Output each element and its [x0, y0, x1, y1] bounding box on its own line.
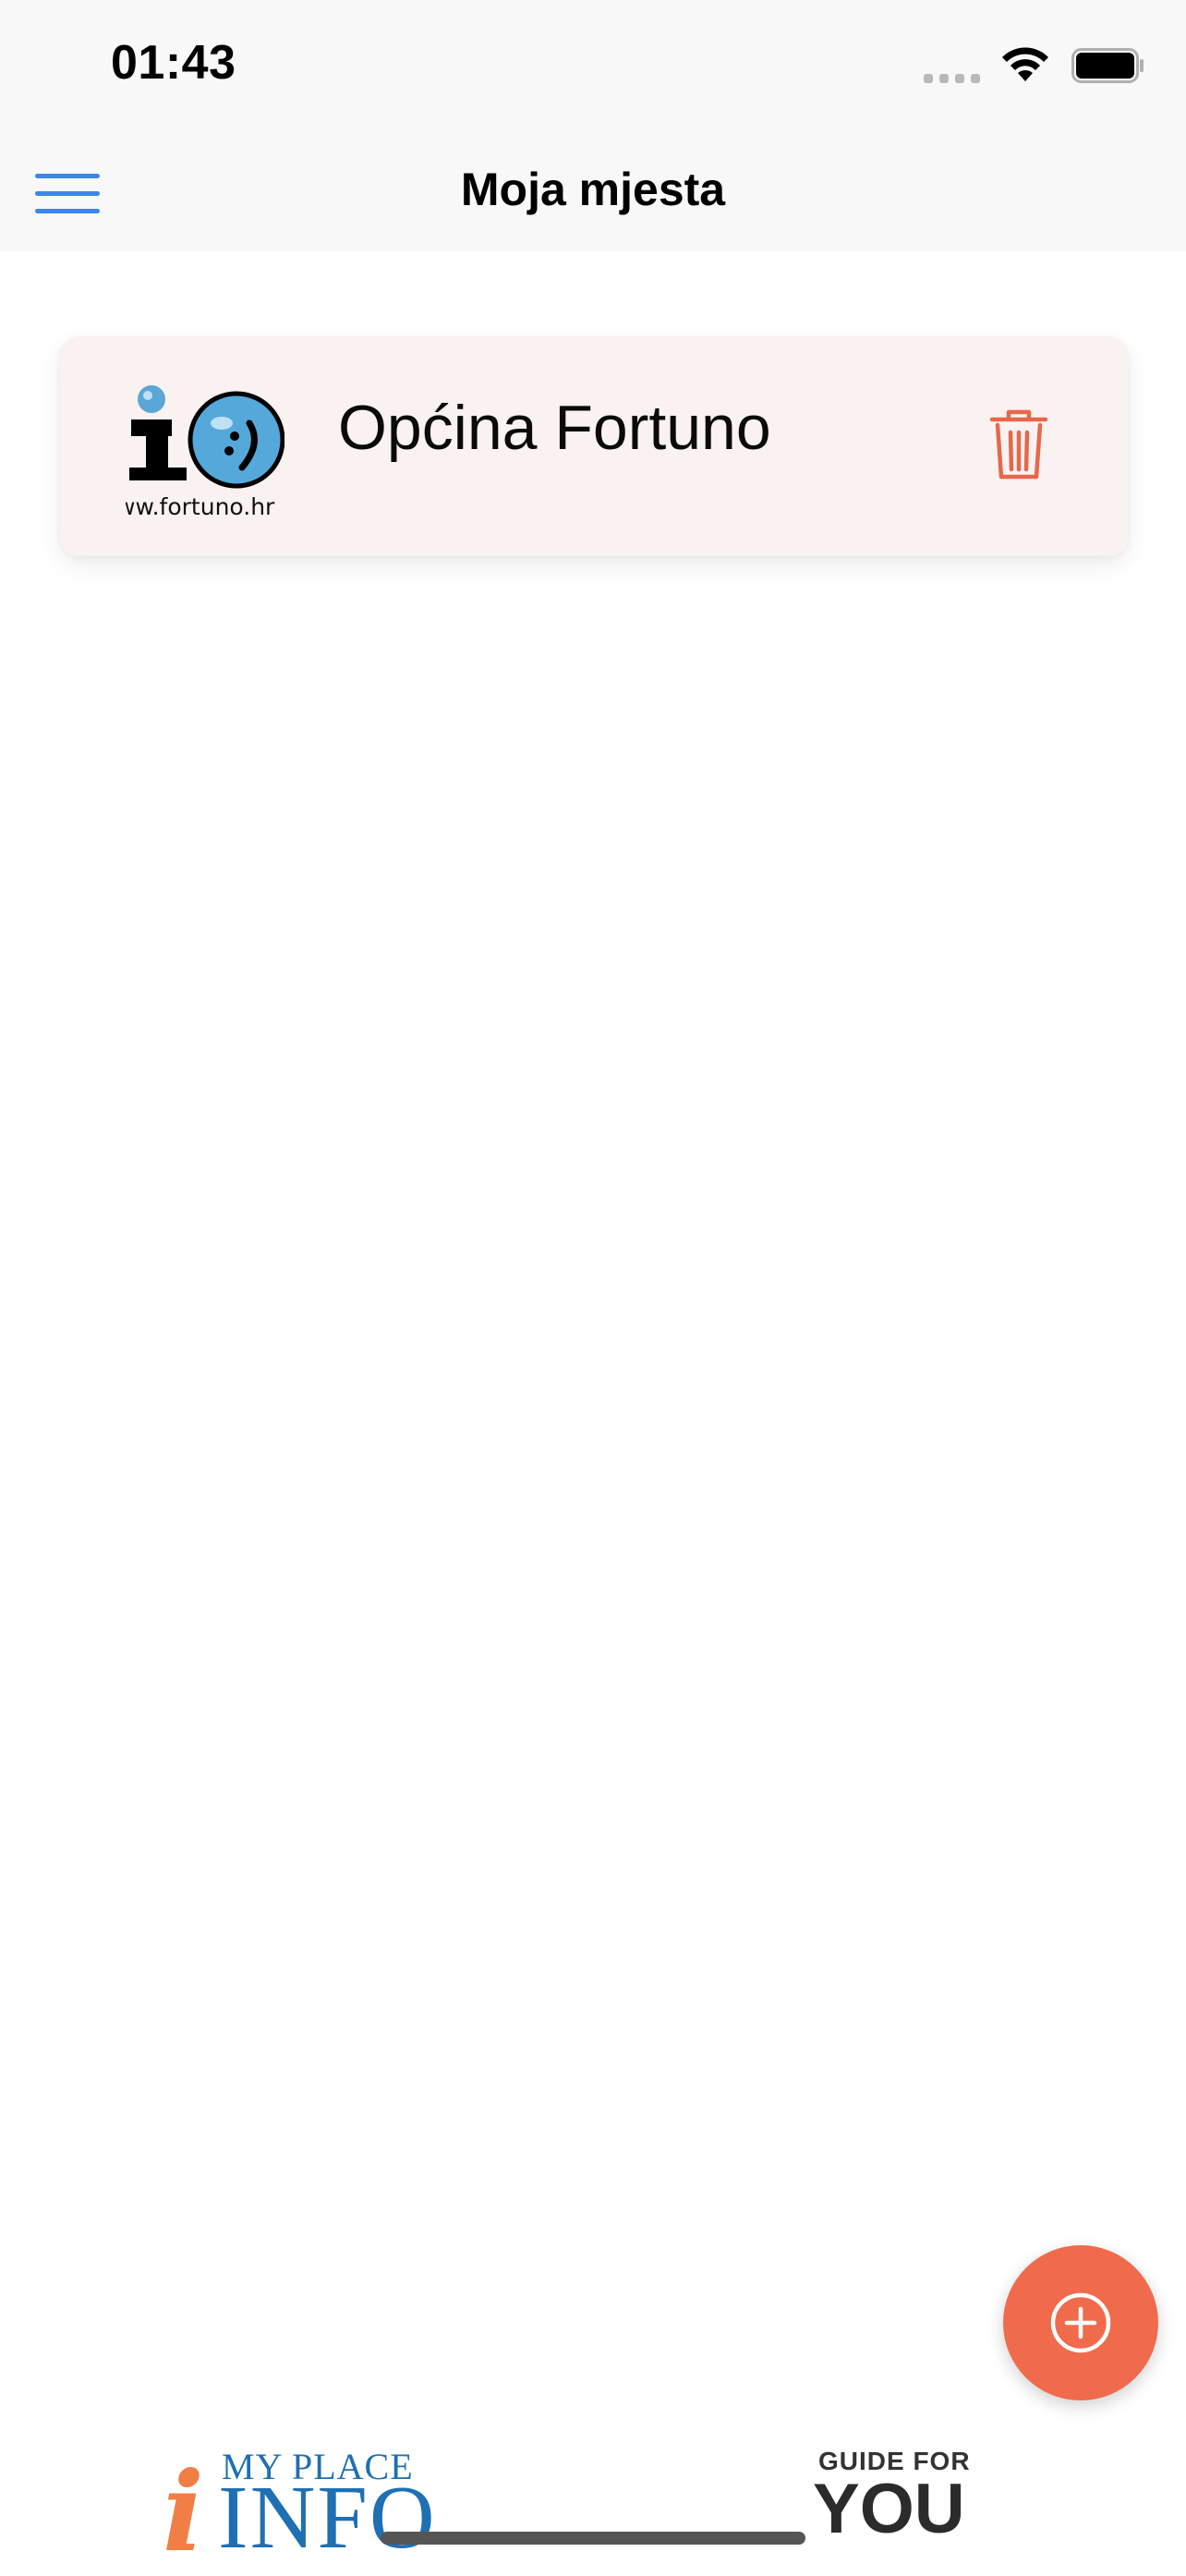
myplace-i-letter: i: [163, 2448, 204, 2576]
place-name: Općina Fortuno: [338, 393, 771, 463]
guide-bottom-text: YOU: [813, 2470, 965, 2548]
plus-circle-icon: [1050, 2292, 1111, 2353]
myplace-bottom-text: INFO: [218, 2468, 437, 2568]
signal-icon: [924, 74, 981, 83]
battery-icon: [1071, 48, 1144, 83]
logo-url-text: ww.fortuno.hr: [126, 493, 275, 520]
trash-icon: [989, 409, 1048, 480]
place-card[interactable]: ww.fortuno.hr Općina Fortuno: [59, 336, 1129, 556]
delete-place-button[interactable]: [988, 408, 1049, 482]
place-logo: ww.fortuno.hr: [126, 383, 284, 525]
wifi-icon: [1002, 47, 1048, 81]
status-time: 01:43: [111, 36, 236, 90]
guide-for-you-logo: GUIDE FOR YOU: [813, 2447, 970, 2558]
add-place-button[interactable]: [1003, 2245, 1158, 2400]
fortuno-logo-icon: [129, 385, 284, 489]
home-indicator[interactable]: [381, 2532, 805, 2545]
top-bar: 01:43 Moja mjesta: [0, 0, 1186, 251]
page-title: Moja mjesta: [460, 164, 726, 215]
